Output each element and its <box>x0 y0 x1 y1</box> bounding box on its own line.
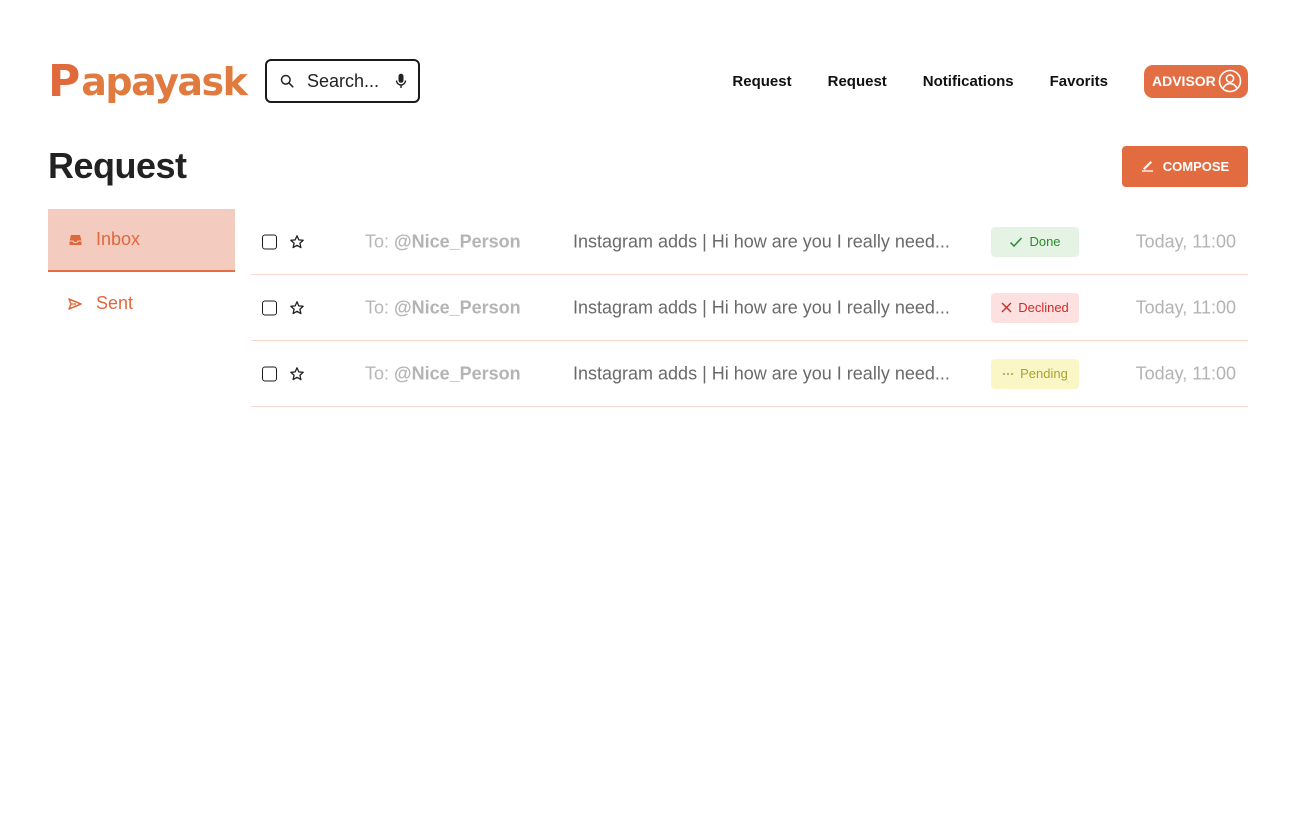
send-icon <box>68 297 82 311</box>
recipient: To: @Nice_Person <box>365 297 521 318</box>
message-list: To: @Nice_Person Instagram adds | Hi how… <box>251 209 1248 407</box>
star-icon[interactable] <box>289 300 305 316</box>
pencil-icon <box>1141 158 1155 175</box>
recipient-handle: @Nice_Person <box>394 231 521 251</box>
nav-link-favorits[interactable]: Favorits <box>1050 73 1108 90</box>
sidebar-item-sent[interactable]: Sent <box>48 272 235 335</box>
message-subject: Instagram adds | Hi how are you I really… <box>573 231 950 251</box>
search-icon <box>279 73 295 89</box>
inbox-icon <box>68 233 82 247</box>
sidebar-item-inbox[interactable]: Inbox <box>48 209 235 272</box>
sidebar-item-label: Inbox <box>96 229 141 249</box>
recipient-handle: @Nice_Person <box>394 297 521 317</box>
row-checkbox[interactable] <box>262 366 277 381</box>
status-badge: Done <box>991 226 1079 257</box>
mail-sidebar: Inbox Sent <box>48 209 235 335</box>
message-row[interactable]: To: @Nice_Person Instagram adds | Hi how… <box>251 275 1248 341</box>
main-nav: Request Request Notifications Favorits A… <box>732 64 1248 98</box>
message-subject: Instagram adds | Hi how are you I really… <box>573 363 950 383</box>
papayask-logo[interactable]: P apayask <box>48 56 248 107</box>
nav-link-request[interactable]: Request <box>732 73 791 90</box>
status-badge: Pending <box>991 358 1079 389</box>
star-icon[interactable] <box>289 366 305 382</box>
message-subject: Instagram adds | Hi how are you I really… <box>573 297 950 317</box>
close-icon <box>1001 302 1012 313</box>
row-checkbox[interactable] <box>262 300 277 315</box>
message-time: Today, 11:00 <box>1135 231 1236 251</box>
message-row[interactable]: To: @Nice_Person Instagram adds | Hi how… <box>251 209 1248 275</box>
compose-button[interactable]: COMPOSE <box>1122 146 1248 187</box>
message-time: Today, 11:00 <box>1135 297 1236 317</box>
advisor-label: ADVISOR <box>1152 73 1216 89</box>
message-time: Today, 11:00 <box>1135 363 1236 383</box>
logo-wordmark: apayask <box>81 60 248 104</box>
to-prefix: To: <box>365 297 390 317</box>
recipient-handle: @Nice_Person <box>394 363 521 383</box>
search-input[interactable]: Search... <box>307 71 394 92</box>
recipient: To: @Nice_Person <box>365 231 521 252</box>
top-header: P apayask Search... Request Request Noti… <box>48 56 1248 106</box>
recipient: To: @Nice_Person <box>365 363 521 384</box>
ellipsis-icon <box>1003 372 1014 375</box>
star-icon[interactable] <box>289 234 305 250</box>
logo-initial: P <box>48 56 80 107</box>
nav-link-notifications[interactable]: Notifications <box>923 73 1014 90</box>
microphone-icon[interactable] <box>394 72 408 90</box>
row-checkbox[interactable] <box>262 234 277 249</box>
compose-label: COMPOSE <box>1162 159 1230 174</box>
to-prefix: To: <box>365 363 390 383</box>
sidebar-item-label: Sent <box>96 293 134 313</box>
message-row[interactable]: To: @Nice_Person Instagram adds | Hi how… <box>251 341 1248 407</box>
advisor-button[interactable]: ADVISOR <box>1144 64 1248 98</box>
status-badge: Declined <box>991 292 1079 323</box>
to-prefix: To: <box>365 231 390 251</box>
search-box[interactable]: Search... <box>265 59 420 103</box>
status-label: Pending <box>1020 366 1068 381</box>
status-label: Declined <box>1018 300 1069 315</box>
check-icon <box>1010 236 1023 247</box>
user-circle-icon <box>1218 69 1242 93</box>
status-label: Done <box>1029 234 1061 249</box>
nav-link-request-2[interactable]: Request <box>828 73 887 90</box>
page-title: Request <box>48 145 187 186</box>
